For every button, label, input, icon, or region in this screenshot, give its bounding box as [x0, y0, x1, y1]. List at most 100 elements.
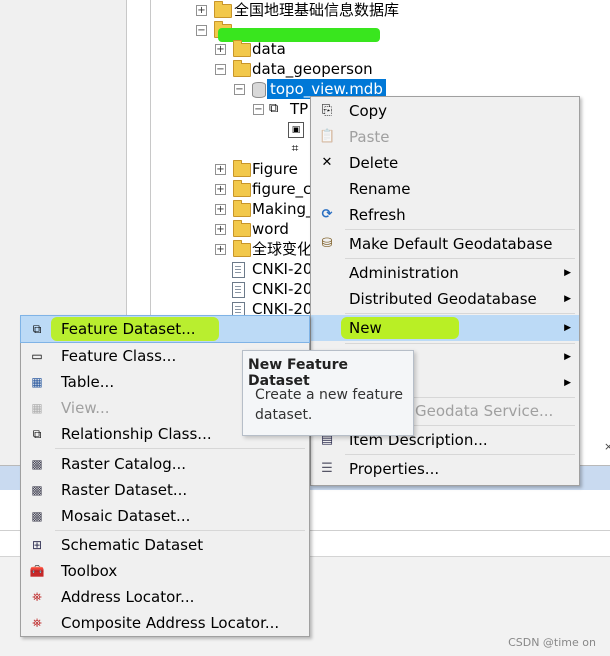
menu-item-label: Paste [349, 128, 390, 146]
menu-item-make-default-geodatabase[interactable]: ⛁ Make Default Geodatabase [311, 232, 579, 256]
menu-item-label: Feature Class... [61, 347, 177, 365]
expand-icon[interactable]: + [215, 184, 226, 195]
geodatabase-icon: ⛁ [321, 236, 333, 251]
tree-item-label: CNKI-20 [252, 260, 313, 278]
tree-item-label: 全球变化 [252, 240, 313, 258]
menu-item-toolbox[interactable]: 🧰 Toolbox [21, 558, 309, 584]
submenu-arrow-icon: ▶ [564, 268, 571, 278]
collapse-icon[interactable]: − [215, 64, 226, 75]
tree-item-label: data [252, 40, 286, 58]
menu-item-label: Copy [349, 102, 388, 120]
menu-item-label: Composite Address Locator... [61, 614, 280, 632]
menu-item-paste[interactable]: 📋 Paste [311, 125, 579, 149]
expand-icon[interactable]: + [215, 164, 226, 175]
menu-item-label: View... [61, 399, 110, 417]
menu-item-rename[interactable]: Rename [311, 177, 579, 201]
submenu-arrow-icon: ▶ [564, 323, 571, 333]
menu-item-label: Delete [349, 154, 399, 172]
composite-address-locator-icon: ⛯ [32, 616, 42, 630]
submenu-arrow-icon: ▶ [564, 294, 571, 304]
menu-item-label: Rename [349, 180, 411, 198]
delete-icon: ✕ [321, 155, 333, 170]
tree-item-label: figure_c [252, 180, 312, 198]
tree-item-label: Figure [252, 160, 298, 178]
tree-item-label: CNKI-20 [252, 280, 313, 298]
menu-separator [345, 258, 575, 259]
tree-item-label: TP [290, 100, 309, 118]
menu-item-label: Raster Dataset... [61, 481, 188, 499]
folder-icon [233, 160, 251, 177]
folder-icon [233, 40, 251, 57]
menu-separator [345, 313, 575, 314]
mosaic-dataset-icon: ▩ [31, 509, 43, 523]
folder-icon [233, 60, 251, 77]
address-locator-icon: ⛯ [32, 590, 42, 604]
properties-icon: ☰ [321, 461, 333, 476]
expand-icon[interactable]: + [215, 224, 226, 235]
menu-item-composite-address-locator[interactable]: ⛯ Composite Address Locator... [21, 610, 309, 636]
menu-item-label: Properties... [349, 460, 440, 478]
folder-icon [233, 220, 251, 237]
submenu-arrow-icon: ▶ [564, 378, 571, 388]
menu-item-raster-dataset[interactable]: ▩ Raster Dataset... [21, 477, 309, 503]
menu-item-label: Mosaic Dataset... [61, 507, 191, 525]
feature-class-icon: ▭ [31, 349, 43, 363]
menu-item-delete[interactable]: ✕ Delete [311, 151, 579, 175]
tooltip: New Feature Dataset Create a new feature… [242, 350, 414, 436]
database-icon [252, 82, 266, 98]
paste-icon: 📋 [319, 129, 336, 144]
submenu-arrow-icon: ▶ [564, 352, 571, 362]
collapse-icon[interactable]: − [234, 84, 245, 95]
menu-item-raster-catalog[interactable]: ▩ Raster Catalog... [21, 451, 309, 477]
folder-icon [233, 200, 251, 217]
collapse-icon[interactable]: − [253, 104, 264, 115]
menu-item-copy[interactable]: ⎘ Copy [311, 99, 579, 123]
tooltip-body: Create a new feature dataset. [255, 387, 403, 423]
view-icon: ▦ [31, 401, 43, 415]
folder-icon [233, 240, 251, 257]
feature-dataset-icon: ⧉ [32, 322, 42, 336]
raster-catalog-icon: ▩ [31, 457, 43, 471]
menu-item-label: Feature Dataset... [61, 320, 196, 338]
menu-item-address-locator[interactable]: ⛯ Address Locator... [21, 584, 309, 610]
toolbox-icon: 🧰 [29, 564, 45, 578]
copy-icon: ⎘ [321, 103, 333, 118]
menu-item-label: Make Default Geodatabase [349, 235, 553, 253]
menu-item-label: Administration [349, 264, 459, 282]
folder-icon [214, 1, 232, 18]
menu-separator [55, 530, 305, 531]
tree-item-label: data_geoperson [252, 60, 373, 78]
menu-item-label: Address Locator... [61, 588, 195, 606]
menu-item-schematic-dataset[interactable]: ⊞ Schematic Dataset [21, 532, 309, 558]
schematic-dataset-icon: ⊞ [31, 538, 43, 552]
expand-icon[interactable]: + [215, 204, 226, 215]
menu-item-label: Distributed Geodatabase [349, 290, 537, 308]
menu-item-properties[interactable]: ☰ Properties... [311, 457, 579, 481]
tree-item-label: Making_ [252, 200, 314, 218]
menu-separator [345, 343, 575, 344]
menu-item-mosaic-dataset[interactable]: ▩ Mosaic Dataset... [21, 503, 309, 529]
document-icon [232, 282, 245, 298]
menu-item-feature-dataset[interactable]: ⧉ Feature Dataset... [20, 315, 310, 343]
menu-item-refresh[interactable]: ⟳ Refresh [311, 203, 579, 227]
menu-item-label: Refresh [349, 206, 406, 224]
menu-item-label: New [349, 319, 382, 337]
expand-icon[interactable]: + [215, 44, 226, 55]
relationship-class-icon: ⧉ [32, 427, 42, 441]
redaction-mark [218, 28, 380, 42]
raster-dataset-icon: ▩ [31, 483, 43, 497]
expand-icon[interactable]: + [215, 244, 226, 255]
menu-item-distributed-geodatabase[interactable]: Distributed Geodatabase ▶ [311, 287, 579, 311]
tree-guide-line [150, 0, 151, 325]
menu-item-new[interactable]: New ▶ [311, 315, 579, 341]
folder-icon [233, 180, 251, 197]
expand-icon[interactable]: + [196, 5, 207, 16]
tree-item-label: word [252, 220, 289, 238]
pane-close-icon[interactable]: × [604, 440, 610, 453]
menu-separator [345, 229, 575, 230]
menu-item-administration[interactable]: Administration ▶ [311, 261, 579, 285]
collapse-icon[interactable]: − [196, 25, 207, 36]
menu-item-label: Schematic Dataset [61, 536, 204, 554]
topology-icon: ⌗ [291, 141, 299, 155]
refresh-icon: ⟳ [321, 207, 333, 222]
